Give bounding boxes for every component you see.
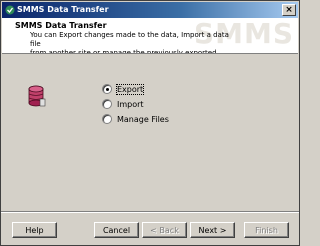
- option-import[interactable]: Import: [102, 98, 144, 110]
- title-bar[interactable]: SMMS Data Transfer ×: [2, 2, 298, 18]
- close-button[interactable]: ×: [282, 4, 296, 16]
- export-label: Export: [115, 83, 145, 95]
- option-export[interactable]: Export: [102, 83, 145, 95]
- header-description: You can Export changes made to the data,…: [30, 31, 229, 54]
- option-manage-files[interactable]: Manage Files: [102, 113, 169, 125]
- cancel-button[interactable]: Cancel: [94, 222, 139, 238]
- export-radio[interactable]: [102, 84, 112, 94]
- import-radio[interactable]: [102, 99, 112, 109]
- database-icon: [28, 85, 46, 107]
- wizard-header: SMMS SMMS Data Transfer You can Export c…: [2, 18, 298, 54]
- manage-files-label: Manage Files: [117, 114, 169, 124]
- footer-separator: [1, 211, 299, 213]
- header-heading: SMMS Data Transfer: [15, 21, 107, 30]
- manage-files-radio[interactable]: [102, 114, 112, 124]
- dialog-window: SMMS Data Transfer × SMMS SMMS Data Tran…: [0, 0, 300, 246]
- back-button[interactable]: < Back: [142, 222, 187, 238]
- window-title: SMMS Data Transfer: [17, 5, 109, 14]
- help-button[interactable]: Help: [12, 222, 57, 238]
- next-button[interactable]: Next >: [190, 222, 235, 238]
- app-logo-icon: [5, 5, 15, 15]
- finish-button[interactable]: Finish: [244, 222, 289, 238]
- import-label: Import: [117, 99, 144, 109]
